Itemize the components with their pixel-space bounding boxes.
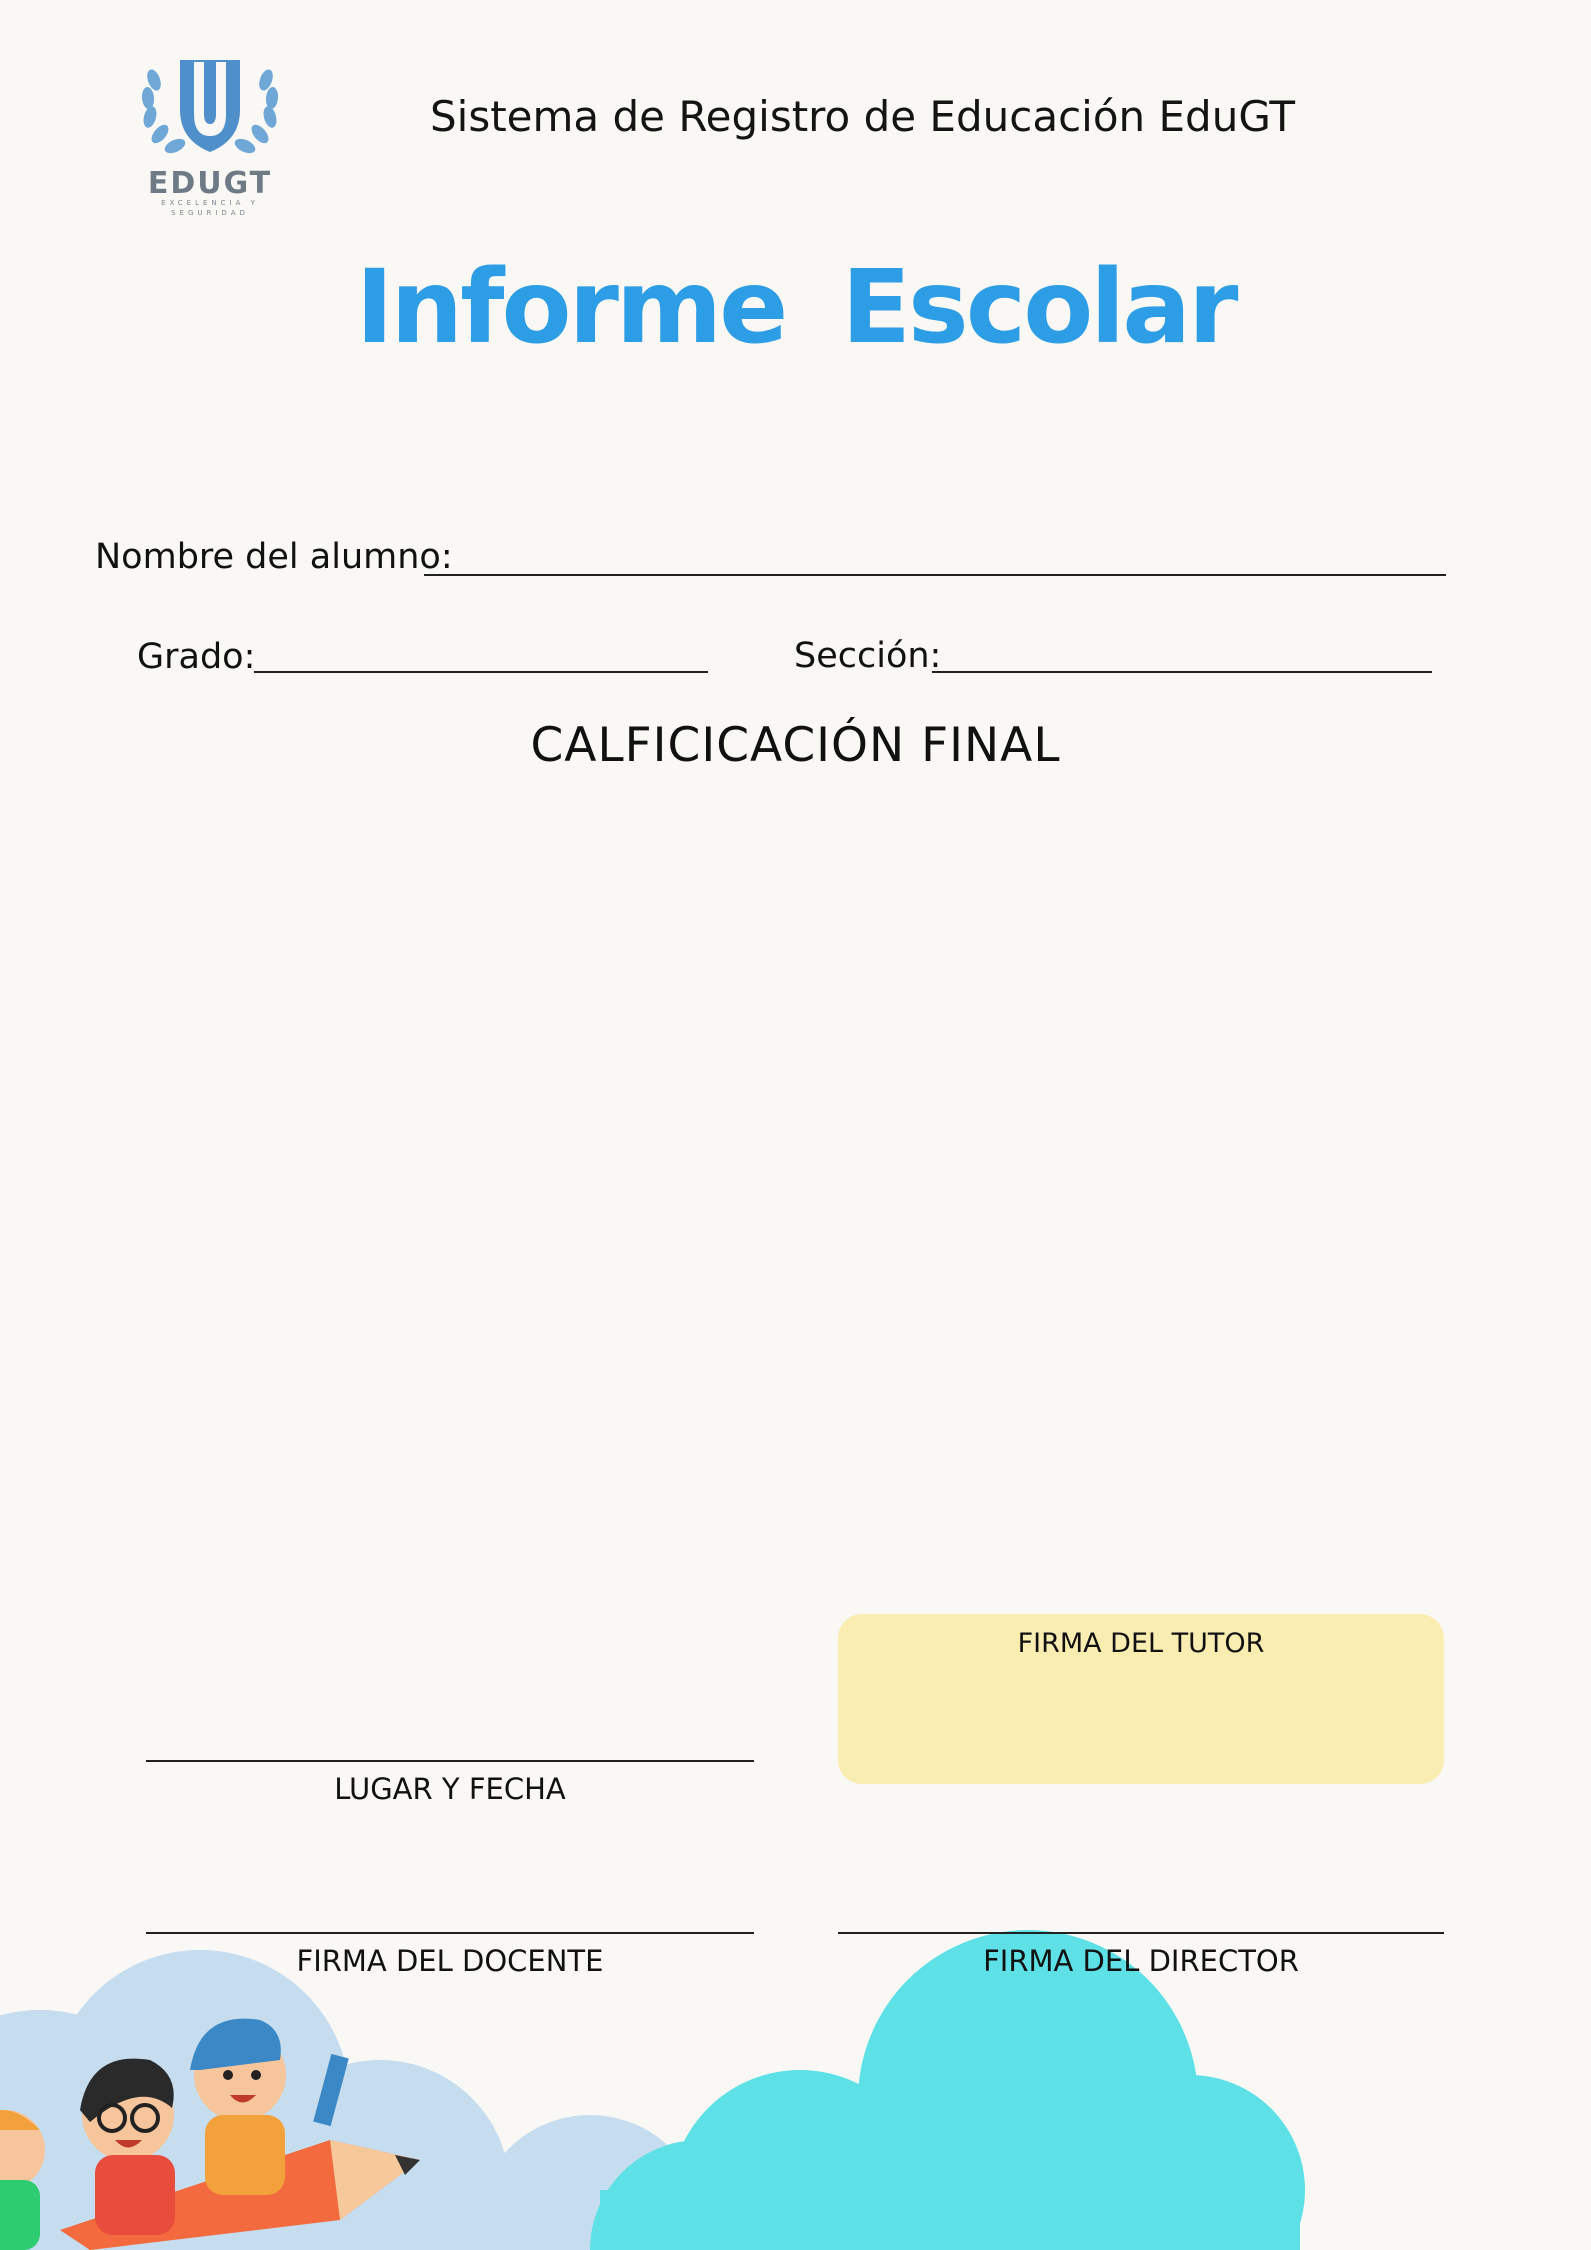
place-date-label: LUGAR Y FECHA	[334, 1772, 566, 1806]
laurel-shield-icon	[141, 60, 279, 154]
title-word-2: Escolar	[841, 248, 1238, 367]
student-name-line	[424, 574, 1446, 576]
title-word-1: Informe	[355, 248, 789, 367]
cyan-cloud-icon	[590, 1930, 1305, 2250]
logo-name: EDUGT	[147, 166, 273, 201]
director-signature-label: FIRMA DEL DIRECTOR	[983, 1944, 1299, 1978]
edugt-logo: EDUGT EXCELENCIA Y SEGURIDAD	[130, 48, 290, 218]
section-line	[932, 671, 1432, 673]
teacher-signature-label: FIRMA DEL DOCENTE	[296, 1944, 604, 1978]
report-title: Informe Escolar	[0, 248, 1591, 367]
system-name: Sistema de Registro de Educación EduGT	[430, 92, 1296, 141]
logo-tagline: EXCELENCIA Y SEGURIDAD	[161, 199, 259, 217]
student-name-label: Nombre del alumno:	[95, 537, 453, 577]
tutor-signature-label: FIRMA DEL TUTOR	[1017, 1628, 1265, 1659]
director-signature-line	[838, 1932, 1444, 1934]
grade-line	[254, 671, 708, 673]
grade-label: Grado:	[137, 637, 256, 677]
final-grade-heading: CALFICICACIÓN FINAL	[530, 718, 1061, 773]
clouds-kids-illustration	[0, 1930, 1305, 2250]
teacher-signature-line	[146, 1932, 754, 1934]
place-date-line	[146, 1760, 754, 1762]
tutor-signature-box: FIRMA DEL TUTOR	[838, 1614, 1444, 1784]
section-label: Sección:	[794, 636, 942, 676]
